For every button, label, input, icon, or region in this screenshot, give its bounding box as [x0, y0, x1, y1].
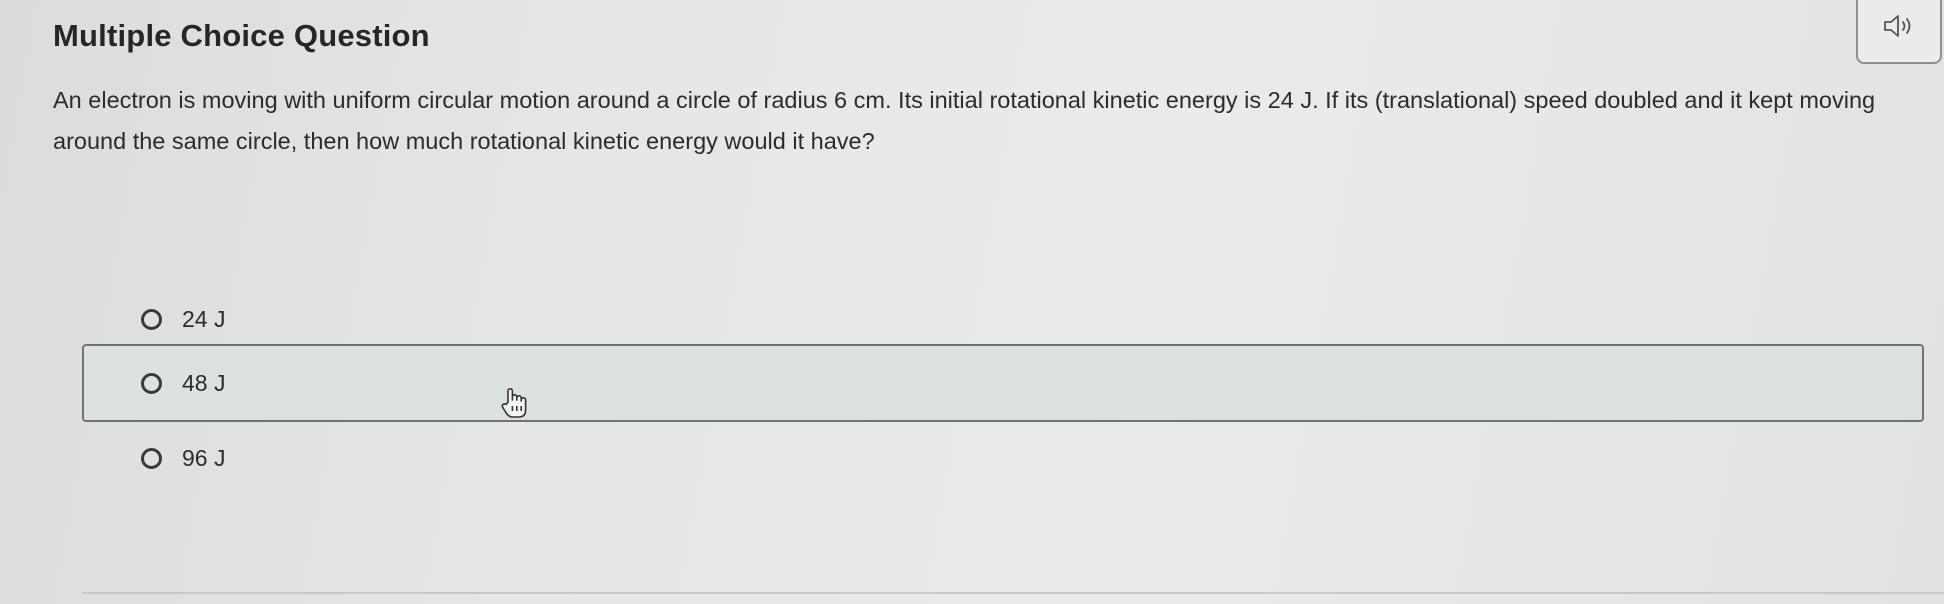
question-text: An electron is moving with uniform circu… [53, 87, 1876, 154]
hand-pointer-cursor-icon [500, 386, 530, 420]
answer-option-label: 96 J [182, 444, 226, 471]
question-page: Multiple Choice Question An electron is … [0, 0, 1944, 604]
speaker-icon [1882, 12, 1916, 45]
question-type-title: Multiple Choice Question [53, 18, 430, 53]
radio-button[interactable] [141, 372, 162, 394]
divider [82, 592, 1944, 594]
radio-button[interactable] [141, 308, 162, 330]
answer-option-label: 48 J [182, 369, 226, 396]
radio-button[interactable] [141, 447, 162, 469]
read-aloud-button[interactable] [1856, 0, 1942, 64]
answer-option-label: 24 J [182, 305, 226, 332]
answer-option-3[interactable]: 96 J [82, 421, 1924, 495]
answer-option-2[interactable]: 48 J [82, 344, 1924, 422]
